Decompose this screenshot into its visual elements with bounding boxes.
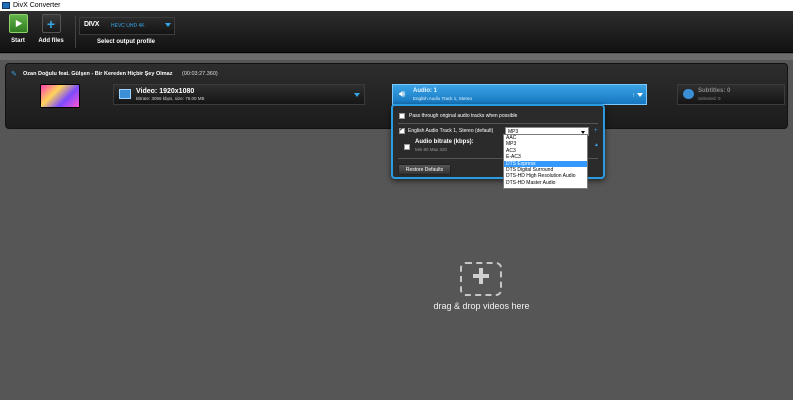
- output-profile-dropdown[interactable]: DIVX HEVC UHD 4K: [79, 17, 175, 35]
- audio-details: English Audio Track 1, Stereo: [413, 96, 473, 101]
- bitrate-title: Audio bitrate (kbps):: [415, 139, 474, 145]
- toolbar-divider: [75, 16, 76, 48]
- chevron-down-icon: [354, 93, 360, 97]
- bitrate-checkbox[interactable]: [404, 144, 410, 150]
- codec-options-list: AAC MP3 AC3 E-AC3 DTS Express DTS Digital Sur…: [503, 134, 588, 189]
- video-settings-dropdown[interactable]: Video: 1920x1080 Bitrate: 3056 kbps, siz…: [113, 84, 365, 105]
- plus-icon: [473, 268, 489, 284]
- chevron-down-icon: [165, 23, 171, 27]
- video-details: Bitrate: 3056 kbps, size: 76.00 MB: [136, 96, 205, 101]
- chevron-down-icon: [637, 93, 643, 97]
- passthrough-label: Pass through original audio tracks when …: [409, 113, 518, 119]
- codec-option[interactable]: DTS-HD Master Audio: [504, 180, 587, 186]
- start-button[interactable]: Start: [1, 14, 35, 44]
- add-track-icon[interactable]: +: [594, 128, 598, 134]
- restore-defaults-button[interactable]: Restore Defaults: [398, 164, 451, 175]
- add-files-button[interactable]: + Add files: [34, 14, 68, 44]
- passthrough-checkbox[interactable]: [399, 113, 405, 119]
- track-label: English Audio Track 1, Stereo (default): [408, 128, 494, 134]
- window-title: DivX Converter: [13, 2, 61, 9]
- play-icon: [8, 14, 28, 33]
- divx-app-icon: [2, 2, 10, 9]
- video-title: Video: 1920x1080: [136, 88, 195, 95]
- subtitles-dropdown[interactable]: Subtitles: 0 Selected: 0: [677, 84, 785, 105]
- codec-option[interactable]: DTS-HD High Resolution Audio: [504, 173, 587, 179]
- monitor-icon: [119, 89, 131, 99]
- arrow-up-icon: ↑: [632, 93, 635, 99]
- edit-icon[interactable]: ✎: [11, 70, 17, 78]
- add-files-label: Add files: [38, 38, 64, 44]
- divx-logo: DIVX: [84, 21, 100, 28]
- file-title-row: Ozan Doğulu feat. Gülşen - Bir Kereden H…: [23, 71, 218, 77]
- file-name: Ozan Doğulu feat. Gülşen - Bir Kereden H…: [23, 71, 173, 77]
- file-duration: (00:03:27.360): [181, 71, 218, 77]
- audio-title: Audio: 1: [413, 88, 437, 94]
- subtitles-details: Selected: 0: [698, 96, 721, 101]
- track-checkbox[interactable]: [399, 126, 405, 134]
- toolbar: Start + Add files DIVX HEVC UHD 4K Selec…: [0, 11, 793, 53]
- start-label: Start: [11, 38, 25, 44]
- arrow-up-icon[interactable]: ▲: [594, 142, 599, 148]
- title-bar: DivX Converter: [0, 0, 793, 11]
- dropzone-text: drag & drop videos here: [433, 301, 530, 311]
- speaker-icon: 🔊︎: [399, 89, 406, 100]
- video-thumbnail[interactable]: [40, 84, 80, 108]
- speech-bubble-icon: [683, 89, 694, 99]
- toolbar-strip: [0, 54, 793, 60]
- audio-settings-dropdown[interactable]: 🔊︎ Audio: 1 English Audio Track 1, Stere…: [392, 84, 647, 105]
- divider: [398, 123, 598, 124]
- bitrate-range: Min 80 Max 320: [415, 147, 448, 152]
- profile-label: Select output profile: [97, 39, 156, 45]
- subtitles-title: Subtitles: 0: [698, 88, 731, 94]
- plus-icon: +: [41, 14, 61, 33]
- profile-value: HEVC UHD 4K: [111, 23, 145, 29]
